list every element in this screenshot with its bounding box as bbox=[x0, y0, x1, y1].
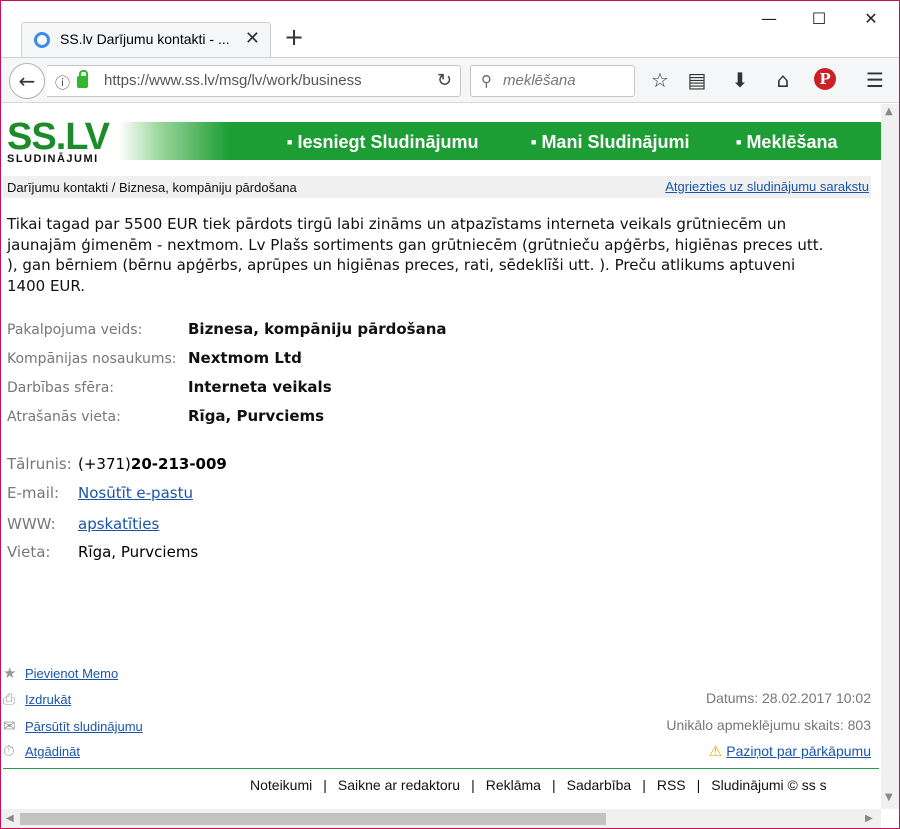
view-website-link[interactable]: apskatīties bbox=[78, 515, 159, 533]
page-content: Iesniegt Sludinājumu Mani Sludinājumi Me… bbox=[1, 104, 881, 809]
timer-icon: ⏱ bbox=[3, 743, 15, 760]
hamburger-menu-icon[interactable]: ☰ bbox=[863, 68, 887, 92]
www-label: WWW: bbox=[7, 515, 56, 533]
breadcrumb-bar: Darījumu kontakti / Biznesa, kompāniju p… bbox=[3, 176, 871, 198]
site-header: Iesniegt Sludinājumu Mani Sludinājumi Me… bbox=[1, 118, 881, 168]
option-row: Atrašanās vieta: Rīga, Purvciems bbox=[7, 407, 324, 425]
option-value: Biznesa, kompāniju pārdošana bbox=[188, 320, 447, 338]
breadcrumb[interactable]: Darījumu kontakti / Biznesa, kompāniju p… bbox=[7, 180, 297, 195]
phone-number: 20-213-009 bbox=[130, 455, 227, 473]
forward-link[interactable]: Pārsūtīt sludinājumu bbox=[25, 719, 143, 734]
send-email-link[interactable]: Nosūtīt e-pastu bbox=[78, 484, 193, 502]
nav-toolbar: ⓘ https://www.ss.lv/msg/lv/work/business… bbox=[1, 57, 899, 103]
mail-icon: ✉ bbox=[3, 718, 16, 735]
www-row: WWW: apskatīties bbox=[7, 515, 159, 533]
browser-tab[interactable]: SS.lv Darījumu kontakti - ... ✕ bbox=[21, 22, 271, 57]
report-violation[interactable]: ⚠ Paziņot par pārkāpumu bbox=[709, 742, 871, 760]
print-link[interactable]: Izdrukāt bbox=[25, 692, 71, 707]
new-tab-icon[interactable]: + bbox=[284, 25, 304, 49]
place-value: Rīga, Purvciems bbox=[78, 543, 199, 561]
footer-link-editor[interactable]: Saikne ar redaktoru bbox=[338, 777, 460, 793]
print-action[interactable]: ⎙ Izdrukāt bbox=[3, 691, 71, 708]
lock-icon[interactable] bbox=[77, 70, 88, 88]
site-logo-subtitle: SLUDINĀJUMI bbox=[7, 153, 99, 165]
print-icon: ⎙ bbox=[3, 691, 16, 708]
forward-action[interactable]: ✉ Pārsūtīt sludinājumu bbox=[3, 717, 143, 735]
place-label: Vieta: bbox=[7, 543, 51, 561]
option-value: Rīga, Purvciems bbox=[188, 407, 325, 425]
option-row: Kompānijas nosaukums: Nextmom Ltd bbox=[7, 349, 302, 367]
footer-link-cooperation[interactable]: Sadarbība bbox=[567, 777, 632, 793]
footer-divider bbox=[3, 768, 879, 769]
menu-my-ads[interactable]: Mani Sludinājumi bbox=[531, 132, 689, 153]
close-window-icon[interactable]: ✕ bbox=[861, 9, 881, 28]
warning-icon: ⚠ bbox=[708, 743, 723, 760]
email-row: E-mail: Nosūtīt e-pastu bbox=[7, 484, 193, 502]
tab-title: SS.lv Darījumu kontakti - ... bbox=[60, 31, 230, 47]
footer-links: Noteikumi | Saikne ar redaktoru | Reklāma | Sa… bbox=[250, 777, 827, 793]
option-value: Nextmom Ltd bbox=[188, 349, 302, 367]
option-label: Pakalpojuma veids: bbox=[7, 322, 143, 338]
menu-search[interactable]: Meklēšana bbox=[736, 132, 837, 153]
ad-date: Datums: 28.02.2017 10:02 bbox=[705, 690, 871, 706]
scroll-right-icon[interactable]: ▶ bbox=[865, 813, 873, 824]
footer-copyright: Sludinājumi © ss s bbox=[711, 777, 827, 793]
option-label: Kompānijas nosaukums: bbox=[7, 351, 177, 367]
home-icon[interactable]: ⌂ bbox=[771, 68, 795, 92]
search-input[interactable]: ⚲ meklēšana bbox=[470, 65, 635, 97]
site-logo[interactable]: SS.LV bbox=[7, 118, 110, 156]
footer-link-rules[interactable]: Noteikumi bbox=[250, 777, 312, 793]
visit-count: Unikālo apmeklējumu skaits: 803 bbox=[666, 717, 871, 733]
footer-link-ads[interactable]: Reklāma bbox=[486, 777, 541, 793]
search-placeholder: meklēšana bbox=[503, 72, 576, 89]
scroll-down-icon[interactable]: ▼ bbox=[885, 792, 893, 803]
download-icon[interactable]: ⬇ bbox=[728, 68, 752, 92]
minimize-icon[interactable]: — bbox=[759, 9, 779, 28]
maximize-icon[interactable]: ☐ bbox=[809, 9, 829, 28]
scroll-up-icon[interactable]: ▲ bbox=[885, 106, 893, 117]
phone-prefix: (+371) bbox=[78, 455, 131, 473]
vertical-scrollbar[interactable]: ▲ ▼ bbox=[881, 104, 899, 809]
browser-window: SS.lv Darījumu kontakti - ... ✕ + — ☐ ✕ … bbox=[0, 0, 900, 829]
option-label: Darbības sfēra: bbox=[7, 380, 114, 396]
reader-list-icon[interactable]: ▤ bbox=[685, 68, 709, 92]
phone-label: Tālrunis: bbox=[7, 455, 72, 473]
menu-submit-ad[interactable]: Iesniegt Sludinājumu bbox=[287, 132, 478, 153]
report-link[interactable]: Paziņot par pārkāpumu bbox=[726, 743, 871, 759]
email-label: E-mail: bbox=[7, 484, 60, 502]
remind-link[interactable]: Atgādināt bbox=[25, 744, 80, 759]
bookmark-star-icon[interactable]: ☆ bbox=[648, 68, 672, 92]
remind-action[interactable]: ⏱ Atgādināt bbox=[3, 743, 80, 760]
star-icon: ★ bbox=[3, 665, 17, 682]
option-value: Interneta veikals bbox=[188, 378, 332, 396]
horizontal-scrollbar[interactable]: ◀ ▶ bbox=[1, 809, 881, 828]
horizontal-scroll-thumb[interactable] bbox=[20, 813, 606, 825]
back-arrow-icon[interactable]: ← bbox=[9, 63, 45, 99]
search-icon: ⚲ bbox=[481, 72, 492, 90]
close-tab-icon[interactable]: ✕ bbox=[245, 28, 260, 49]
ad-description: Tikai tagad par 5500 EUR tiek pārdots ti… bbox=[7, 215, 824, 295]
add-memo-action[interactable]: ★ Pievienot Memo bbox=[3, 664, 118, 682]
option-row: Darbības sfēra: Interneta veikals bbox=[7, 378, 332, 396]
tab-strip: SS.lv Darījumu kontakti - ... ✕ + — ☐ ✕ bbox=[1, 1, 899, 57]
main-menu-bar: Iesniegt Sludinājumu Mani Sludinājumi Me… bbox=[119, 122, 881, 160]
option-label: Atrašanās vieta: bbox=[7, 409, 121, 425]
option-row: Pakalpojuma veids: Biznesa, kompāniju pār… bbox=[7, 320, 447, 338]
footer-link-rss[interactable]: RSS bbox=[657, 777, 686, 793]
add-memo-link[interactable]: Pievienot Memo bbox=[25, 666, 118, 681]
info-icon[interactable]: ⓘ bbox=[55, 72, 70, 93]
url-bar[interactable]: ⓘ https://www.ss.lv/msg/lv/work/business… bbox=[47, 65, 461, 97]
place-row: Vieta: Rīga, Purvciems bbox=[7, 543, 198, 561]
pinterest-icon[interactable]: P bbox=[814, 68, 836, 90]
url-text[interactable]: https://www.ss.lv/msg/lv/work/business bbox=[104, 72, 389, 89]
phone-row: Tālrunis: (+371)20-213-009 bbox=[7, 455, 227, 473]
back-to-list-link[interactable]: Atgriezties uz sludinājumu sarakstu bbox=[665, 179, 869, 194]
scroll-left-icon[interactable]: ◀ bbox=[6, 813, 14, 824]
reload-icon[interactable]: ↻ bbox=[437, 70, 452, 91]
site-favicon-icon bbox=[34, 32, 50, 48]
